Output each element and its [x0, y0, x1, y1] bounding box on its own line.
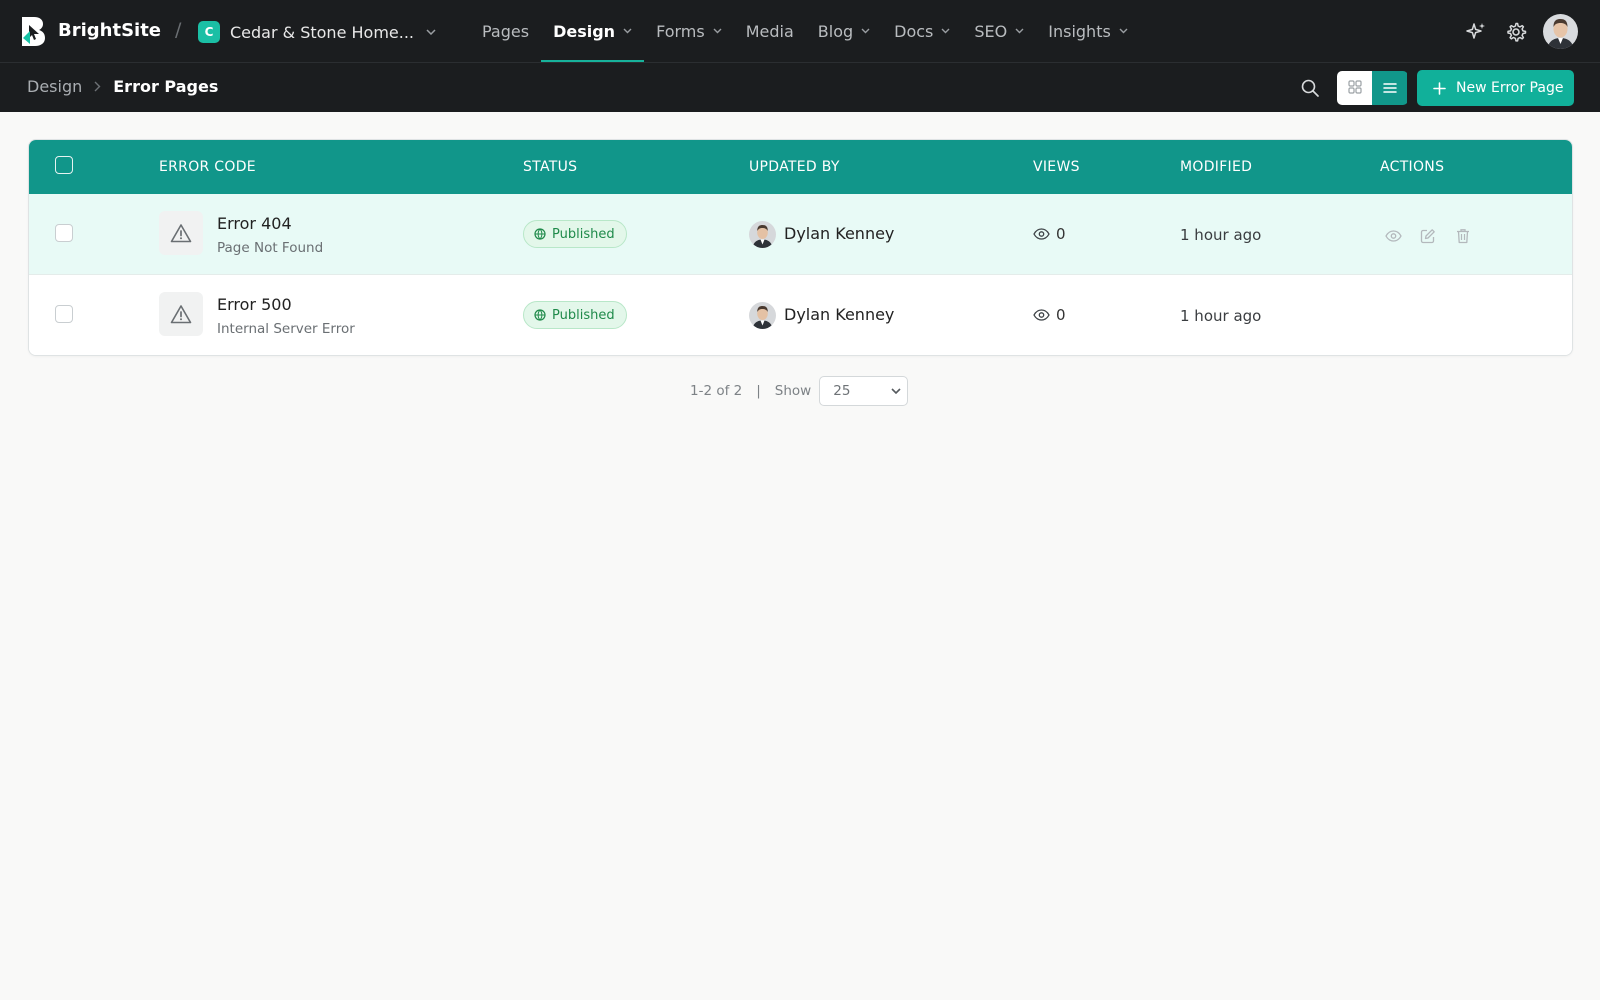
brightsite-logo[interactable] — [20, 15, 46, 47]
nav-item-label: Forms — [656, 21, 705, 41]
site-badge: C — [198, 21, 220, 43]
status-badge: Published — [523, 301, 627, 329]
breadcrumb: Design Error Pages — [27, 77, 218, 96]
chevron-right-icon — [94, 81, 101, 92]
avatar — [749, 302, 776, 329]
breadcrumb-parent[interactable]: Design — [27, 77, 82, 96]
page-toolbar: Design Error Pages New Error Page — [0, 63, 1600, 112]
new-error-page-button[interactable]: New Error Page — [1417, 70, 1574, 106]
row-checkbox[interactable] — [55, 305, 73, 323]
views-value: 0 — [1056, 225, 1066, 243]
chevron-down-icon — [941, 28, 950, 34]
list-icon — [1382, 79, 1397, 98]
table-row[interactable]: Error 500 Internal Server Error Publishe… — [29, 275, 1572, 355]
nav-item-insights[interactable]: Insights — [1036, 0, 1140, 62]
status-badge: Published — [523, 220, 627, 248]
chevron-down-icon — [713, 28, 722, 34]
updated-by-name: Dylan Kenney — [784, 224, 895, 243]
page-size-select[interactable]: 25 — [819, 376, 909, 406]
user-avatar[interactable] — [1543, 14, 1578, 49]
trash-icon[interactable] — [1452, 225, 1474, 247]
nav-item-docs[interactable]: Docs — [882, 0, 962, 62]
table-header: ERROR CODE STATUS UPDATED BY VIEWS MODIF… — [29, 140, 1572, 194]
list-view-button[interactable] — [1372, 71, 1407, 105]
status-label: Published — [552, 226, 615, 242]
column-header-actions: ACTIONS — [1380, 159, 1445, 175]
error-page-title[interactable]: Error 404 — [217, 214, 292, 234]
top-navigation-bar: BrightSite / C Cedar & Stone Home... Pag… — [0, 0, 1600, 63]
pagination-separator: | — [756, 383, 761, 399]
error-pages-table: ERROR CODE STATUS UPDATED BY VIEWS MODIF… — [28, 139, 1573, 356]
table-row[interactable]: Error 404 Page Not Found Published Dylan… — [29, 194, 1572, 275]
row-actions — [1382, 225, 1487, 247]
nav-item-label: SEO — [974, 21, 1008, 41]
grid-view-button[interactable] — [1337, 71, 1372, 105]
views-value: 0 — [1056, 306, 1066, 324]
nav-item-label: Docs — [894, 21, 934, 41]
edit-icon[interactable] — [1417, 225, 1439, 247]
nav-item-label: Media — [745, 21, 794, 41]
grid-icon — [1347, 79, 1362, 98]
status-label: Published — [552, 307, 615, 323]
modified-time: 1 hour ago — [1180, 307, 1262, 325]
chevron-down-icon — [861, 28, 870, 34]
chevron-down-icon — [623, 28, 632, 34]
eye-icon[interactable] — [1382, 225, 1404, 247]
nav-item-media[interactable]: Media — [734, 0, 806, 62]
views-count: 0 — [1033, 224, 1066, 244]
view-mode-toggle — [1337, 71, 1408, 105]
plus-icon — [1433, 81, 1446, 95]
nav-item-pages[interactable]: Pages — [470, 0, 541, 62]
page-title: Error Pages — [113, 77, 219, 96]
views-count: 0 — [1033, 305, 1066, 325]
nav-item-seo[interactable]: SEO — [962, 0, 1036, 62]
nav-item-label: Design — [553, 21, 616, 41]
globe-icon — [534, 228, 546, 240]
pagination-range: 1-2 of 2 — [690, 383, 743, 399]
chevron-down-icon — [1015, 28, 1024, 34]
avatar — [749, 221, 776, 248]
nav-item-blog[interactable]: Blog — [806, 0, 882, 62]
pagination: 1-2 of 2 | Show 25 — [690, 376, 909, 406]
select-all-checkbox[interactable] — [55, 156, 73, 174]
chevron-down-icon — [891, 388, 901, 394]
chevron-down-icon — [426, 29, 436, 35]
error-page-subtitle: Internal Server Error — [217, 321, 355, 337]
warning-triangle-icon — [159, 292, 203, 336]
sparkles-icon[interactable] — [1465, 21, 1487, 43]
eye-icon — [1033, 228, 1050, 240]
nav-item-forms[interactable]: Forms — [644, 0, 734, 62]
column-header-error-code[interactable]: ERROR CODE — [159, 158, 256, 176]
gear-icon[interactable] — [1505, 21, 1527, 43]
globe-icon — [534, 309, 546, 321]
nav-item-label: Pages — [482, 21, 530, 41]
page-size-value: 25 — [833, 383, 851, 399]
brand-separator: / — [175, 19, 182, 41]
column-header-views[interactable]: VIEWS — [1033, 158, 1080, 176]
nav-item-design[interactable]: Design — [541, 0, 645, 62]
main-nav: Pages Design Forms Media Blog Docs SEO I… — [470, 0, 1140, 62]
warning-triangle-icon — [159, 211, 203, 255]
updated-by-name: Dylan Kenney — [784, 305, 895, 324]
new-error-page-label: New Error Page — [1456, 80, 1564, 96]
column-header-status[interactable]: STATUS — [523, 158, 577, 176]
site-name: Cedar & Stone Home... — [230, 22, 414, 42]
page-size-label: Show — [774, 383, 812, 399]
eye-icon — [1033, 309, 1050, 321]
column-header-modified[interactable]: MODIFIED — [1180, 158, 1252, 176]
error-page-title[interactable]: Error 500 — [217, 295, 292, 315]
brand-name[interactable]: BrightSite — [58, 20, 161, 42]
column-header-updated-by[interactable]: UPDATED BY — [749, 158, 840, 176]
search-icon[interactable] — [1299, 77, 1321, 99]
nav-item-label: Blog — [817, 21, 854, 41]
row-checkbox[interactable] — [55, 224, 73, 242]
chevron-down-icon — [1119, 28, 1128, 34]
nav-item-label: Insights — [1048, 21, 1111, 41]
site-switcher[interactable]: C Cedar & Stone Home... — [198, 20, 436, 44]
modified-time: 1 hour ago — [1180, 226, 1262, 244]
error-page-subtitle: Page Not Found — [217, 240, 324, 256]
